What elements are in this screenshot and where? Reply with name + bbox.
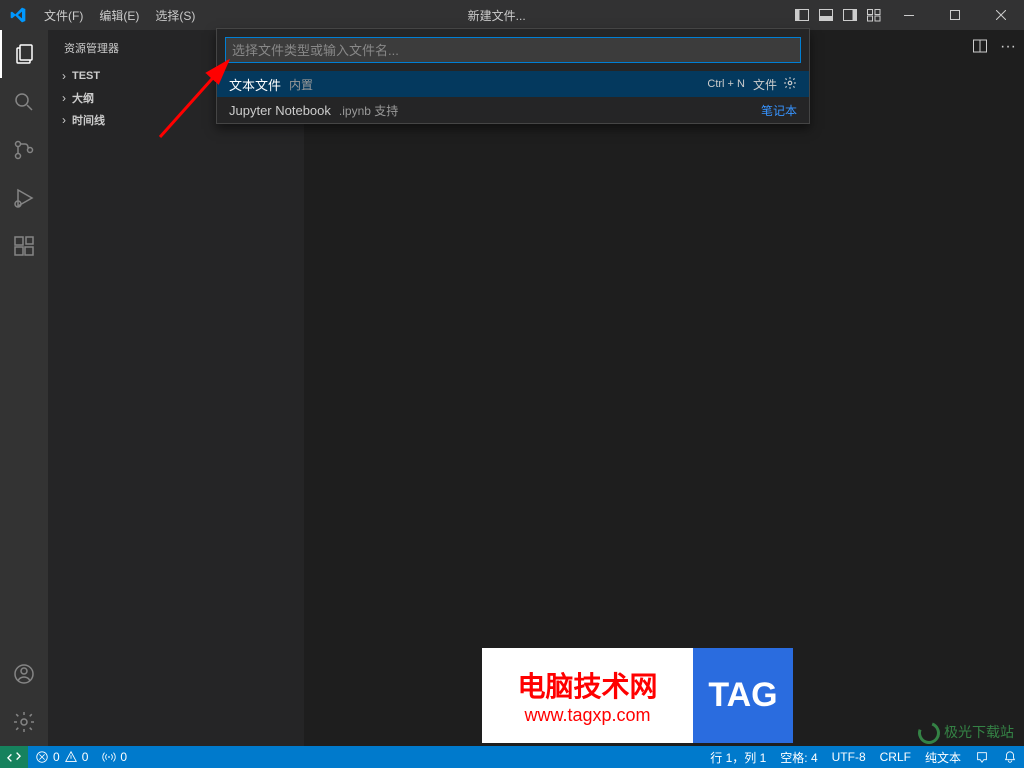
quickpick-item-desc: 内置: [289, 76, 313, 93]
titlebar: 文件(F) 编辑(E) 选择(S) 新建文件...: [0, 0, 1024, 30]
sidebar-explorer: 资源管理器 ›TEST ›大纲 ›时间线: [48, 30, 304, 746]
tree-item-label: 大纲: [72, 90, 94, 106]
status-ports[interactable]: 0: [95, 746, 134, 768]
explorer-icon[interactable]: [0, 30, 48, 78]
watermark-tag: TAG: [693, 648, 793, 743]
window-controls: [886, 0, 1024, 30]
status-ln-col[interactable]: 行 1，列 1: [703, 746, 773, 768]
editor-area: ···: [304, 30, 1024, 746]
quick-pick-newfile: 文本文件 内置 Ctrl + N 文件 Jupyter Notebook .ip…: [216, 28, 810, 124]
quickpick-item-text-file[interactable]: 文本文件 内置 Ctrl + N 文件: [217, 71, 809, 97]
status-warnings-count: 0: [82, 750, 89, 764]
vscode-logo-icon: [10, 7, 26, 23]
quickpick-item-label: 文本文件: [229, 75, 281, 94]
status-encoding[interactable]: UTF-8: [825, 746, 873, 768]
status-errors-count: 0: [53, 750, 60, 764]
status-feedback-icon[interactable]: [968, 746, 996, 768]
tree-item-label: TEST: [72, 70, 100, 82]
radio-tower-icon: [102, 750, 116, 764]
quickpick-item-label: Jupyter Notebook: [229, 103, 331, 118]
quickpick-list: 文本文件 内置 Ctrl + N 文件 Jupyter Notebook .ip…: [217, 71, 809, 123]
more-actions-icon[interactable]: ···: [1000, 38, 1016, 59]
run-debug-icon[interactable]: [0, 174, 48, 222]
customize-layout-icon[interactable]: [862, 0, 886, 30]
watermark-tagxp: 电脑技术网 www.tagxp.com TAG: [482, 648, 793, 743]
menu-file[interactable]: 文件(F): [36, 0, 91, 30]
activitybar: [0, 30, 48, 746]
quickpick-input[interactable]: [225, 37, 801, 63]
titlebar-center-text: 新建文件...: [203, 7, 790, 24]
watermark-logo-icon: [914, 718, 943, 747]
gear-icon[interactable]: [783, 76, 797, 93]
status-bell-icon[interactable]: [996, 746, 1024, 768]
error-icon: [35, 750, 49, 764]
chevron-right-icon: ›: [56, 113, 72, 127]
status-spaces[interactable]: 空格: 4: [773, 746, 824, 768]
quickpick-item-category: 笔记本: [761, 102, 797, 119]
chevron-right-icon: ›: [56, 69, 72, 83]
watermark-text: 电脑技术网: [517, 665, 657, 705]
remote-indicator[interactable]: [0, 746, 28, 768]
watermark-jiguang: 极光下载站: [918, 722, 1014, 744]
maximize-button[interactable]: [932, 0, 978, 30]
quickpick-item-category: 文件: [753, 76, 777, 93]
status-port-count: 0: [120, 750, 127, 764]
quickpick-item-desc: .ipynb 支持: [339, 102, 398, 119]
status-eol[interactable]: CRLF: [873, 746, 918, 768]
close-button[interactable]: [978, 0, 1024, 30]
extensions-icon[interactable]: [0, 222, 48, 270]
chevron-right-icon: ›: [56, 91, 72, 105]
statusbar: 0 0 0 行 1，列 1 空格: 4 UTF-8 CRLF 纯文本: [0, 746, 1024, 768]
split-editor-icon[interactable]: [972, 38, 988, 59]
editor-toolbar: ···: [972, 38, 1016, 59]
status-language[interactable]: 纯文本: [918, 746, 968, 768]
source-control-icon[interactable]: [0, 126, 48, 174]
status-problems[interactable]: 0 0: [28, 746, 95, 768]
toggle-panel-icon[interactable]: [814, 0, 838, 30]
search-icon[interactable]: [0, 78, 48, 126]
menu-selection[interactable]: 选择(S): [147, 0, 203, 30]
quickpick-item-jupyter[interactable]: Jupyter Notebook .ipynb 支持 笔记本: [217, 97, 809, 123]
menu-edit[interactable]: 编辑(E): [91, 0, 147, 30]
accounts-icon[interactable]: [0, 650, 48, 698]
watermark-url: www.tagxp.com: [524, 705, 650, 726]
quickpick-item-keybinding: Ctrl + N: [707, 78, 745, 90]
warning-icon: [64, 750, 78, 764]
tree-item-label: 时间线: [72, 112, 105, 128]
toggle-secondary-sidebar-icon[interactable]: [838, 0, 862, 30]
toggle-primary-sidebar-icon[interactable]: [790, 0, 814, 30]
watermark-site-text: 极光下载站: [944, 724, 1014, 740]
minimize-button[interactable]: [886, 0, 932, 30]
settings-gear-icon[interactable]: [0, 698, 48, 746]
